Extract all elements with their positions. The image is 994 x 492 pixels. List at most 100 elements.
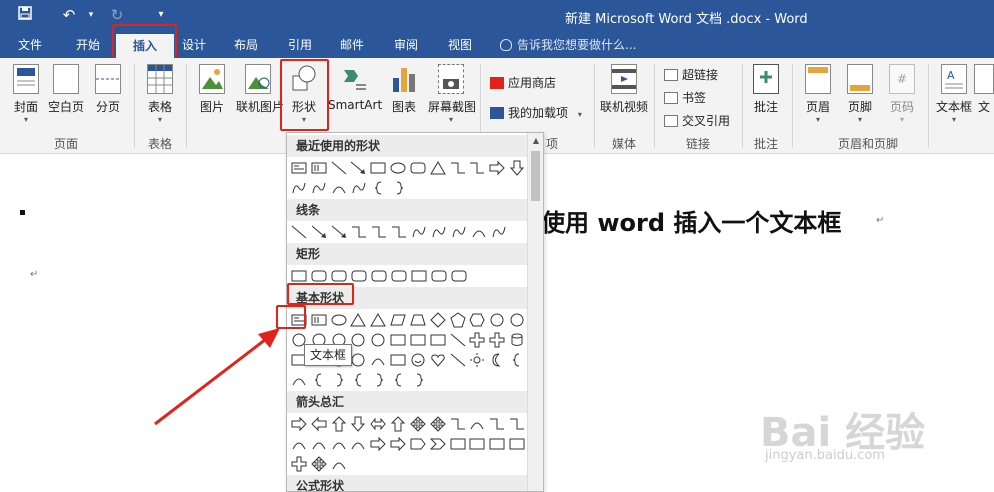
shape-curve-icon[interactable] — [289, 178, 309, 198]
shape-oval-icon[interactable] — [329, 310, 349, 330]
undo-dropdown-icon[interactable]: ▾ — [80, 4, 102, 26]
shape-curve-icon[interactable] — [409, 222, 429, 242]
shape-textbox-icon[interactable] — [289, 158, 309, 178]
shape-rarrow-icon[interactable] — [388, 434, 408, 454]
shape-elbow-icon[interactable] — [507, 414, 527, 434]
shape-cross-icon[interactable] — [289, 454, 309, 474]
shape-heart-icon[interactable] — [428, 350, 448, 370]
shape-line-icon[interactable] — [329, 158, 349, 178]
shape-arc-icon[interactable] — [289, 370, 309, 390]
shape-lrarrow-icon[interactable] — [368, 414, 388, 434]
shape-rrect-icon[interactable] — [449, 266, 469, 286]
undo-icon[interactable]: ↶ — [58, 4, 80, 26]
shape-rect-icon[interactable] — [409, 266, 429, 286]
scroll-thumb[interactable] — [531, 151, 540, 201]
shape-trap-icon[interactable] — [408, 310, 428, 330]
tab-design[interactable]: 设计 — [174, 32, 214, 58]
shape-arc-icon[interactable] — [467, 414, 487, 434]
shape-arc-icon[interactable] — [309, 434, 329, 454]
shape-arc-icon[interactable] — [329, 454, 349, 474]
shape-brace-r-icon[interactable] — [409, 370, 429, 390]
shape-diamond-icon[interactable] — [428, 310, 448, 330]
shape-rect-icon[interactable] — [388, 330, 408, 350]
shape-arc-icon[interactable] — [329, 434, 349, 454]
header-button[interactable]: 页眉 ▾ — [798, 62, 838, 132]
shape-darrow-icon[interactable] — [507, 158, 527, 178]
shape-rect-icon[interactable] — [408, 330, 428, 350]
shape-arc-icon[interactable] — [329, 178, 349, 198]
shape-hexa-icon[interactable] — [467, 310, 487, 330]
shape-rarrow-icon[interactable] — [368, 434, 388, 454]
shape-para-icon[interactable] — [388, 310, 408, 330]
shape-vtextbox-icon[interactable] — [309, 158, 329, 178]
table-button[interactable]: 表格 ▾ — [140, 62, 180, 132]
shape-elbow-icon[interactable] — [349, 222, 369, 242]
shape-curve-icon[interactable] — [449, 222, 469, 242]
shape-brace-r-icon[interactable] — [329, 370, 349, 390]
tab-mailings[interactable]: 邮件 — [332, 32, 372, 58]
tab-file[interactable]: 文件 — [8, 32, 52, 58]
gallery-scrollbar[interactable]: ▲ — [527, 133, 543, 491]
shape-darrow-icon[interactable] — [348, 414, 368, 434]
shape-brace-l-icon[interactable] — [507, 350, 527, 370]
shape-cross-icon[interactable] — [467, 330, 487, 350]
shape-pentarrow-icon[interactable] — [408, 434, 428, 454]
shape-arc-icon[interactable] — [348, 434, 368, 454]
more-text-button[interactable]: 文 — [974, 62, 994, 132]
redo-icon[interactable]: ↻ — [106, 4, 128, 26]
shape-uarrow-icon[interactable] — [329, 414, 349, 434]
customize-quick-access-icon[interactable]: ▾ — [150, 4, 172, 26]
shape-rect-icon[interactable] — [448, 434, 468, 454]
shape-rarrow-icon[interactable] — [487, 158, 507, 178]
shape-arc-icon[interactable] — [368, 350, 388, 370]
cover-page-button[interactable]: 封面 ▾ — [6, 62, 46, 132]
shape-circleNum-icon[interactable] — [507, 310, 527, 330]
shape-brace-l-icon[interactable] — [369, 178, 389, 198]
shape-rrect-icon[interactable] — [389, 266, 409, 286]
shape-circleNum-icon[interactable] — [487, 310, 507, 330]
online-video-button[interactable]: 联机视频 — [600, 62, 648, 132]
shape-rect-icon[interactable] — [428, 330, 448, 350]
shape-arrowline-icon[interactable] — [348, 158, 368, 178]
shape-sun-icon[interactable] — [467, 350, 487, 370]
shape-brace-r-icon[interactable] — [369, 370, 389, 390]
shape-circleNum-icon[interactable] — [368, 330, 388, 350]
picture-button[interactable]: 图片 — [192, 62, 232, 132]
shape-arrowline-icon[interactable] — [329, 222, 349, 242]
tab-layout[interactable]: 布局 — [226, 32, 266, 58]
textbox-button[interactable]: A 文本框 ▾ — [932, 62, 976, 132]
shape-curve-icon[interactable] — [349, 178, 369, 198]
store-button[interactable]: 应用商店 — [490, 74, 556, 91]
shape-smile-icon[interactable] — [408, 350, 428, 370]
tab-view[interactable]: 视图 — [440, 32, 480, 58]
chart-button[interactable]: 图表 — [384, 62, 424, 132]
tab-home[interactable]: 开始 — [64, 32, 112, 58]
shape-line-icon[interactable] — [448, 350, 468, 370]
shape-uarrow-icon[interactable] — [388, 414, 408, 434]
shape-elbow-icon[interactable] — [369, 222, 389, 242]
screenshot-button[interactable]: 屏幕截图 ▾ — [428, 62, 476, 132]
shapes-gallery[interactable]: 最近使用的形状 线条 矩形 基本形状 箭头总汇 公式形状 ▲ — [286, 132, 544, 492]
shape-curve-icon[interactable] — [489, 222, 509, 242]
hyperlink-button[interactable]: 超链接 — [664, 66, 718, 83]
shape-tri-icon[interactable] — [348, 310, 368, 330]
page-break-button[interactable]: 分页 — [88, 62, 128, 132]
shape-quad-icon[interactable] — [408, 414, 428, 434]
shape-elbow-icon[interactable] — [448, 158, 468, 178]
shape-brace-r-icon[interactable] — [389, 178, 409, 198]
shape-rect-icon[interactable] — [388, 350, 408, 370]
document-heading[interactable]: 使用 word 插入一个文本框 — [541, 203, 841, 238]
shape-line-icon[interactable] — [289, 222, 309, 242]
shape-cross-icon[interactable] — [487, 330, 507, 350]
shape-rect-icon[interactable] — [467, 434, 487, 454]
shape-elbow-icon[interactable] — [448, 414, 468, 434]
shape-arc-icon[interactable] — [469, 222, 489, 242]
shape-elbow-icon[interactable] — [389, 222, 409, 242]
shape-cyl-icon[interactable] — [507, 330, 527, 350]
smartart-button[interactable]: SmartArt — [328, 62, 382, 132]
shape-elbow-icon[interactable] — [467, 158, 487, 178]
tab-review[interactable]: 审阅 — [386, 32, 426, 58]
scroll-up-icon[interactable]: ▲ — [531, 136, 541, 146]
online-picture-button[interactable]: 联机图片 — [236, 62, 284, 132]
shape-oval-icon[interactable] — [388, 158, 408, 178]
